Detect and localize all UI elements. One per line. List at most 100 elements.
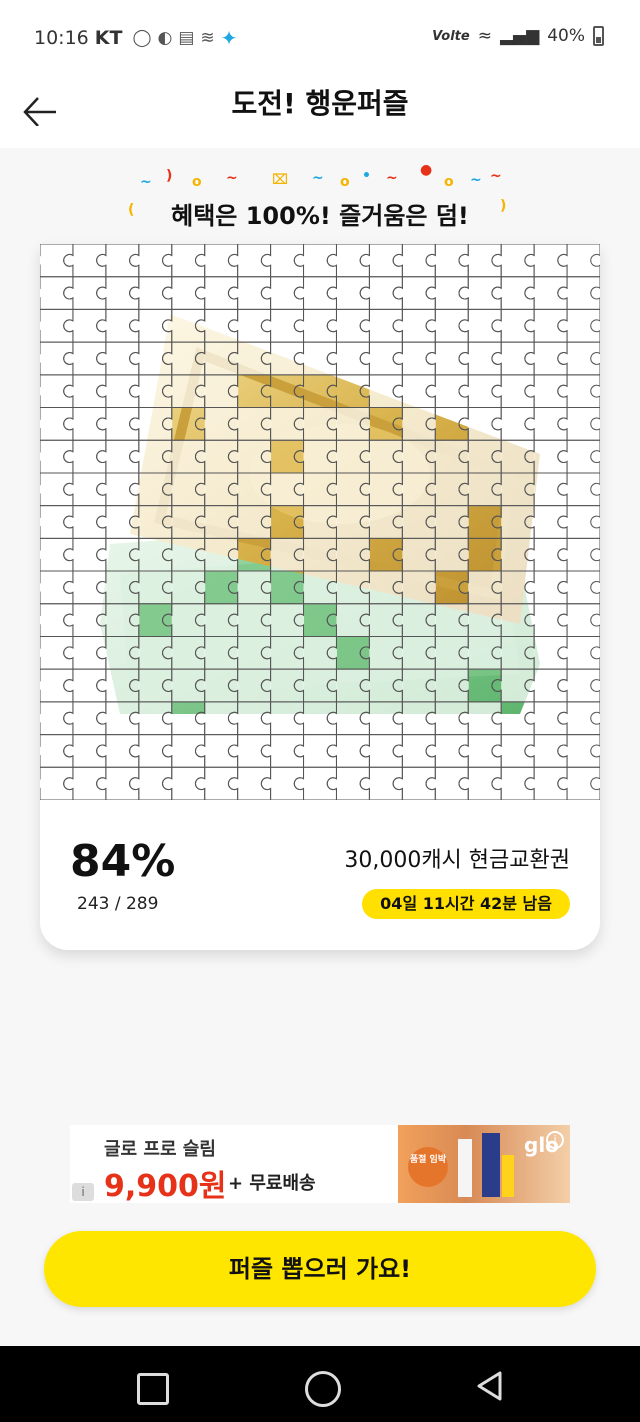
puzzle-piece-covered <box>138 472 173 507</box>
puzzle-piece-covered <box>468 636 502 670</box>
puzzle-piece-covered <box>40 669 74 703</box>
puzzle-piece-covered <box>336 767 370 800</box>
puzzle-piece-covered <box>40 309 74 343</box>
puzzle-piece-covered <box>501 309 535 343</box>
puzzle-piece-covered <box>105 505 140 539</box>
puzzle-piece-covered <box>435 309 469 343</box>
puzzle-piece-covered <box>204 244 239 278</box>
puzzle-piece-covered <box>402 407 436 441</box>
puzzle-piece-covered <box>567 505 600 539</box>
star-app-icon: ✦ <box>220 26 238 50</box>
puzzle-piece-covered <box>270 276 305 310</box>
puzzle-board[interactable] <box>40 244 600 800</box>
ad-product-image: 품절 임박 glo i <box>398 1125 570 1203</box>
puzzle-piece-covered <box>567 571 600 605</box>
puzzle-piece-covered <box>138 440 173 474</box>
puzzle-piece-covered <box>138 734 173 768</box>
puzzle-piece-covered <box>237 603 272 637</box>
puzzle-piece-covered <box>435 538 469 572</box>
puzzle-piece-covered <box>567 767 600 800</box>
app-header: 도전! 행운퍼즐 <box>0 78 640 148</box>
puzzle-piece-covered <box>237 407 272 441</box>
puzzle-piece-covered <box>468 276 502 310</box>
puzzle-piece-covered <box>40 342 74 376</box>
puzzle-piece-covered <box>204 472 239 507</box>
puzzle-piece-covered <box>501 538 535 572</box>
puzzle-piece-covered <box>402 701 436 736</box>
puzzle-piece-covered <box>303 636 337 670</box>
puzzle-piece-covered <box>369 276 403 310</box>
puzzle-piece-covered <box>303 309 337 343</box>
puzzle-piece-covered <box>336 701 370 736</box>
puzzle-piece-covered <box>435 734 469 768</box>
puzzle-piece-covered <box>567 734 600 768</box>
puzzle-piece-covered <box>171 374 206 409</box>
puzzle-piece-covered <box>237 440 272 474</box>
puzzle-piece-covered <box>204 505 239 539</box>
puzzle-piece-covered <box>534 407 568 441</box>
puzzle-piece-covered <box>567 701 600 736</box>
info-icon[interactable]: i <box>72 1183 94 1201</box>
puzzle-piece-covered <box>468 767 502 800</box>
puzzle-card: 84% 243 / 289 30,000캐시 현금교환권 04일 11시간 42… <box>40 244 600 950</box>
get-puzzle-button[interactable]: 퍼즐 뽑으러 가요! <box>44 1231 596 1307</box>
recent-apps-button[interactable] <box>132 1368 169 1405</box>
puzzle-piece-covered <box>105 571 140 605</box>
confetti-decoration: ~ <box>490 168 502 184</box>
puzzle-piece-covered <box>270 636 305 670</box>
puzzle-piece-covered <box>402 342 436 376</box>
puzzle-piece-covered <box>138 538 173 572</box>
confetti-decoration: ~ <box>312 170 324 186</box>
system-nav-bar <box>0 1346 640 1422</box>
puzzle-piece-covered <box>435 701 469 736</box>
puzzle-piece-covered <box>567 309 600 343</box>
puzzle-piece-covered <box>468 309 502 343</box>
puzzle-piece-covered <box>369 440 403 474</box>
puzzle-piece-covered <box>402 636 436 670</box>
puzzle-piece-outline <box>40 570 74 605</box>
puzzle-piece-covered <box>402 244 436 278</box>
puzzle-piece-covered <box>72 538 107 572</box>
puzzle-piece-covered <box>435 244 469 278</box>
puzzle-piece-covered <box>402 571 436 605</box>
puzzle-piece-covered <box>567 374 600 409</box>
puzzle-piece-covered <box>402 472 436 507</box>
puzzle-piece-covered <box>138 407 173 441</box>
ad-banner[interactable]: 글로 프로 슬림 9,900원 + 무료배송 i 품절 임박 glo i <box>70 1125 570 1203</box>
puzzle-piece-covered <box>435 603 469 637</box>
puzzle-piece-covered <box>468 342 502 376</box>
puzzle-piece-covered <box>303 407 337 441</box>
nav-back-button[interactable] <box>472 1368 508 1404</box>
puzzle-piece-covered <box>270 767 305 800</box>
puzzle-piece-covered <box>72 244 107 278</box>
confetti-decoration: ~ <box>470 172 482 188</box>
puzzle-piece-covered <box>402 374 436 409</box>
status-bar: 10:16 KT ◯ ◐ ▤ ≋ ✦ Volte ≈ ▂▄▆ 40% <box>0 0 640 78</box>
puzzle-piece-covered <box>336 407 370 441</box>
pill-icon: ◯ <box>132 28 152 48</box>
puzzle-piece-covered <box>138 309 173 343</box>
puzzle-piece-covered <box>72 276 107 310</box>
home-button[interactable] <box>302 1368 341 1407</box>
puzzle-piece-covered <box>303 276 337 310</box>
puzzle-piece-covered <box>369 342 403 376</box>
puzzle-piece-covered <box>138 342 173 376</box>
confetti-decoration: ⌧ <box>272 172 289 188</box>
puzzle-piece-covered <box>534 309 568 343</box>
puzzle-piece-covered <box>237 701 272 736</box>
puzzle-piece-covered <box>501 342 535 376</box>
puzzle-piece-covered <box>105 244 140 278</box>
puzzle-piece-covered <box>204 669 239 703</box>
puzzle-piece-covered <box>369 767 403 800</box>
puzzle-piece-covered <box>567 603 600 637</box>
puzzle-piece-covered <box>369 571 403 605</box>
puzzle-piece-covered <box>435 440 469 474</box>
puzzle-piece-covered <box>369 701 403 736</box>
puzzle-piece-covered <box>435 767 469 800</box>
slogan-middle: 즐거움은 <box>330 202 436 230</box>
puzzle-piece-covered <box>237 669 272 703</box>
puzzle-piece-covered <box>336 571 370 605</box>
puzzle-piece-covered <box>72 701 107 736</box>
puzzle-piece-covered <box>138 374 173 409</box>
puzzle-piece-covered <box>336 472 370 507</box>
